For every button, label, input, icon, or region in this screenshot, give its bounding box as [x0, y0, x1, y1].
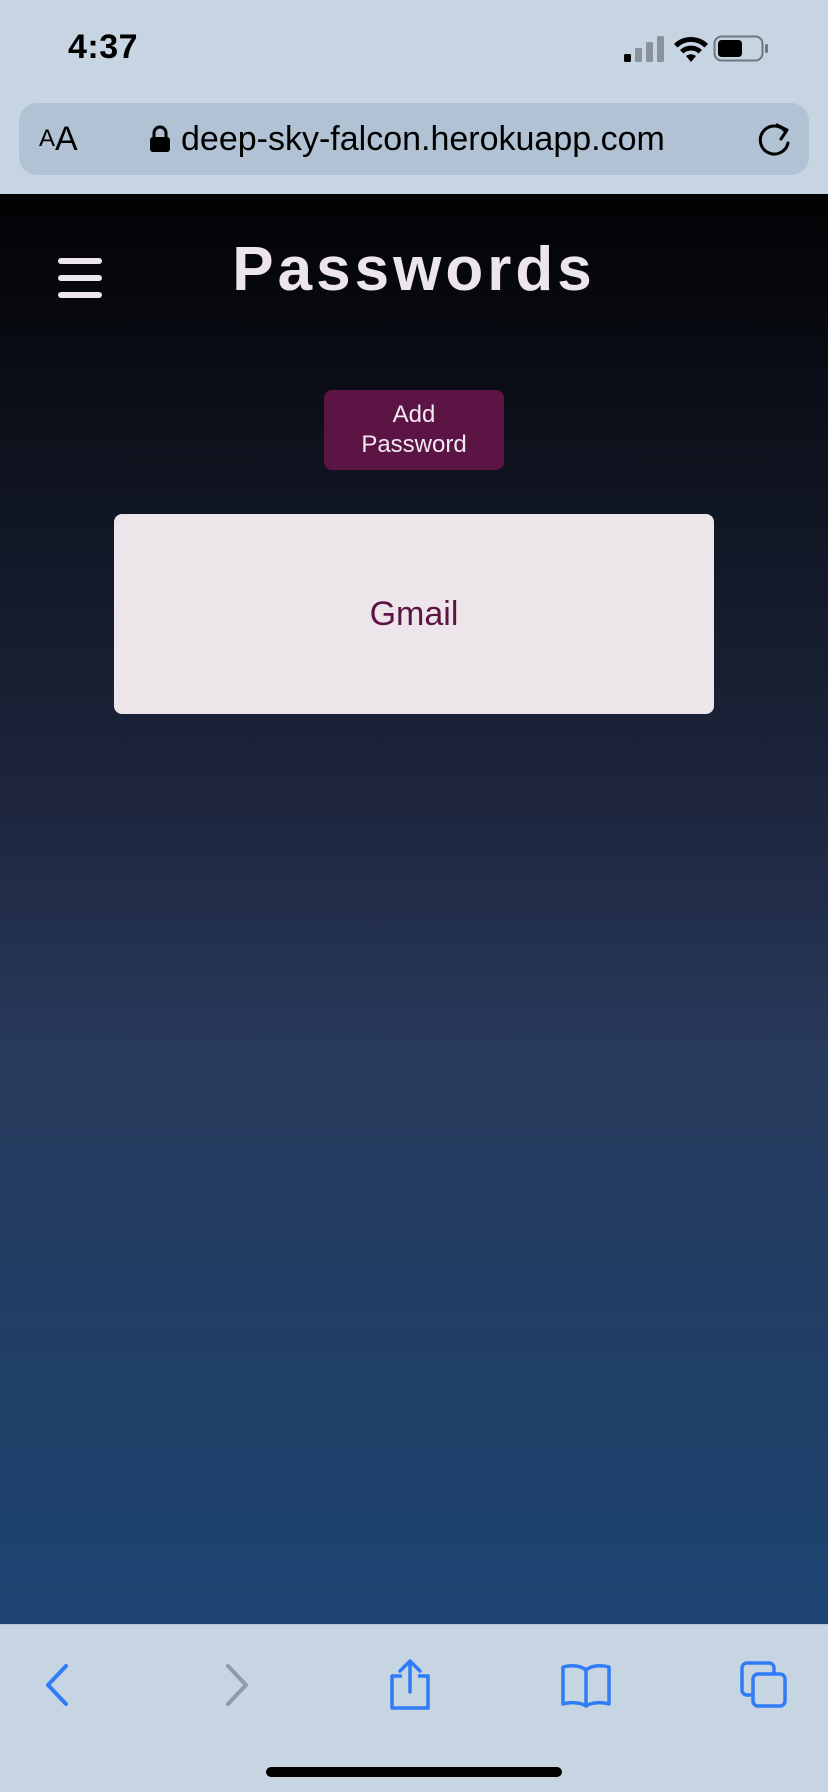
- cellular-signal-icon: [624, 36, 664, 62]
- share-button[interactable]: [380, 1655, 440, 1715]
- add-password-label-line2: Password: [361, 431, 467, 458]
- reload-icon[interactable]: [755, 121, 793, 159]
- wifi-icon: [674, 36, 708, 62]
- text-size-button[interactable]: A A: [39, 103, 99, 175]
- address-bar[interactable]: A A deep-sky-falcon.herokuapp.com: [19, 103, 809, 175]
- forward-button[interactable]: [206, 1655, 266, 1715]
- status-time: 4:37: [68, 28, 139, 66]
- page-title: Passwords: [232, 235, 596, 304]
- browser-toolbar: [0, 1624, 828, 1792]
- web-page: Passwords Add Password Gmail: [0, 194, 828, 1624]
- text-size-small-label: A: [39, 125, 56, 152]
- add-password-label-line1: Add: [392, 401, 436, 428]
- home-indicator: [266, 1767, 562, 1777]
- tabs-icon: [740, 1661, 787, 1708]
- password-entry-card[interactable]: Gmail: [114, 514, 714, 714]
- url-text: deep-sky-falcon.herokuapp.com: [181, 119, 665, 158]
- back-button[interactable]: [28, 1655, 88, 1715]
- battery-icon: [713, 35, 768, 62]
- book-icon: [561, 1664, 611, 1708]
- status-bar: 4:37: [0, 0, 828, 96]
- lock-icon: [149, 125, 171, 153]
- url-display[interactable]: deep-sky-falcon.herokuapp.com: [149, 103, 665, 175]
- screen: 4:37 A A deep-sky-falcon.herokuapp.com P…: [0, 0, 828, 1792]
- text-size-large-label: A: [55, 119, 78, 158]
- status-icons: [624, 35, 768, 62]
- chevron-left-icon: [46, 1664, 68, 1706]
- chevron-right-icon: [226, 1664, 248, 1706]
- password-entry-label: Gmail: [369, 594, 459, 633]
- bookmarks-button[interactable]: [556, 1655, 616, 1715]
- add-password-button[interactable]: Add Password: [324, 390, 504, 470]
- share-icon: [390, 1659, 430, 1710]
- tabs-button[interactable]: [734, 1655, 794, 1715]
